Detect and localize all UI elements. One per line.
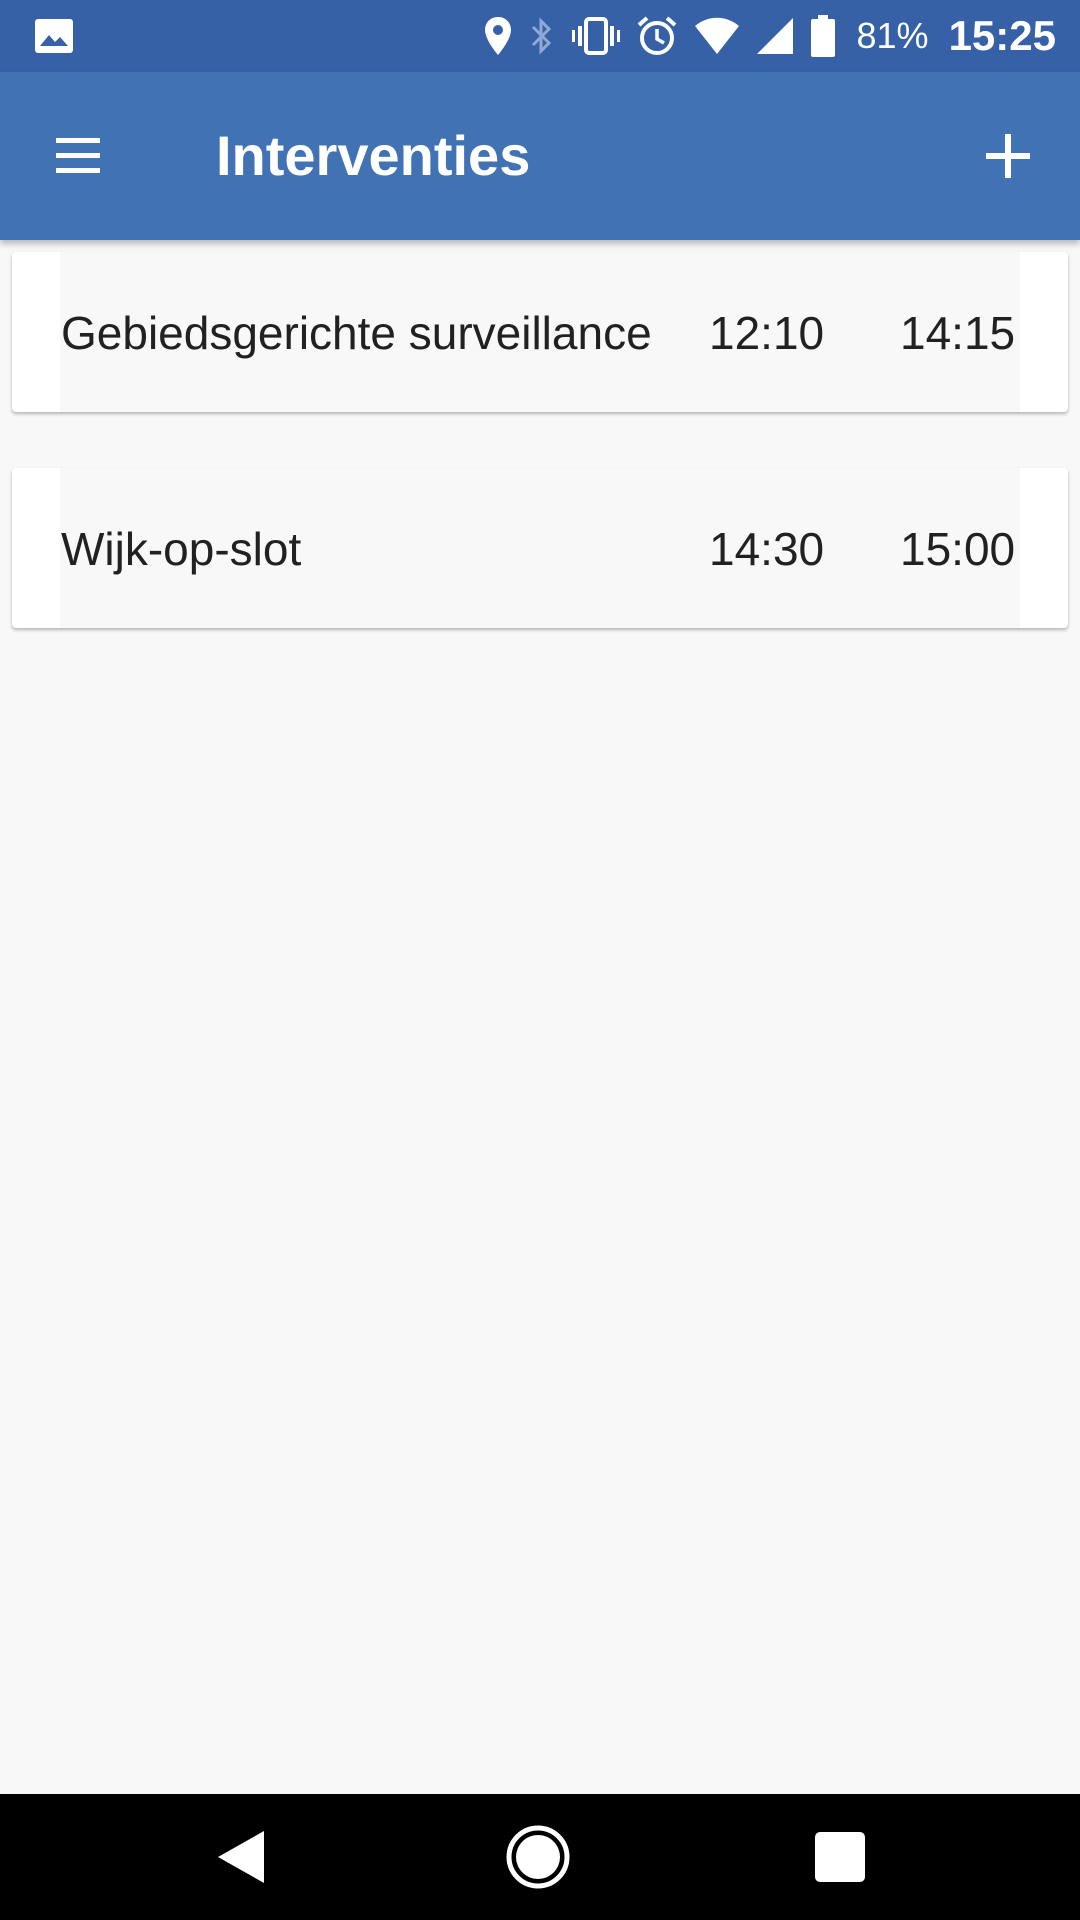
recents-icon[interactable] — [808, 1825, 872, 1889]
app-bar: Interventies — [0, 72, 1080, 240]
back-icon[interactable] — [210, 1825, 274, 1889]
hamburger-menu-icon[interactable] — [46, 124, 110, 188]
home-icon[interactable] — [506, 1825, 570, 1889]
battery-percent: 81% — [856, 15, 929, 56]
battery-icon — [810, 15, 835, 57]
intervention-name: Gebiedsgerichte surveillance — [61, 307, 652, 359]
intervention-list: Gebiedsgerichte surveillance 12:10 14:15… — [12, 252, 1068, 684]
intervention-end-time: 15:00 — [900, 523, 1016, 575]
intervention-card[interactable]: Gebiedsgerichte surveillance 12:10 14:15 — [12, 252, 1068, 412]
signal-icon — [756, 18, 793, 54]
system-nav-bar — [0, 1794, 1080, 1920]
intervention-card[interactable]: Wijk-op-slot 14:30 15:00 — [12, 468, 1068, 628]
intervention-end-time: 14:15 — [900, 307, 1016, 359]
intervention-name: Wijk-op-slot — [61, 523, 302, 575]
location-icon — [484, 17, 511, 55]
intervention-start-time: 14:30 — [709, 523, 825, 575]
alarm-icon — [637, 16, 676, 55]
status-clock: 15:25 — [948, 12, 1056, 59]
page-title: Interventies — [216, 124, 531, 187]
vibrate-icon — [571, 17, 620, 55]
image-icon — [35, 19, 73, 53]
plus-icon[interactable] — [976, 124, 1040, 188]
status-bar: 81% 15:25 — [0, 0, 1080, 72]
bluetooth-icon — [531, 17, 551, 55]
wifi-icon — [694, 17, 739, 54]
intervention-start-time: 12:10 — [709, 307, 825, 359]
status-icons: 81% 15:25 — [483, 0, 1056, 72]
